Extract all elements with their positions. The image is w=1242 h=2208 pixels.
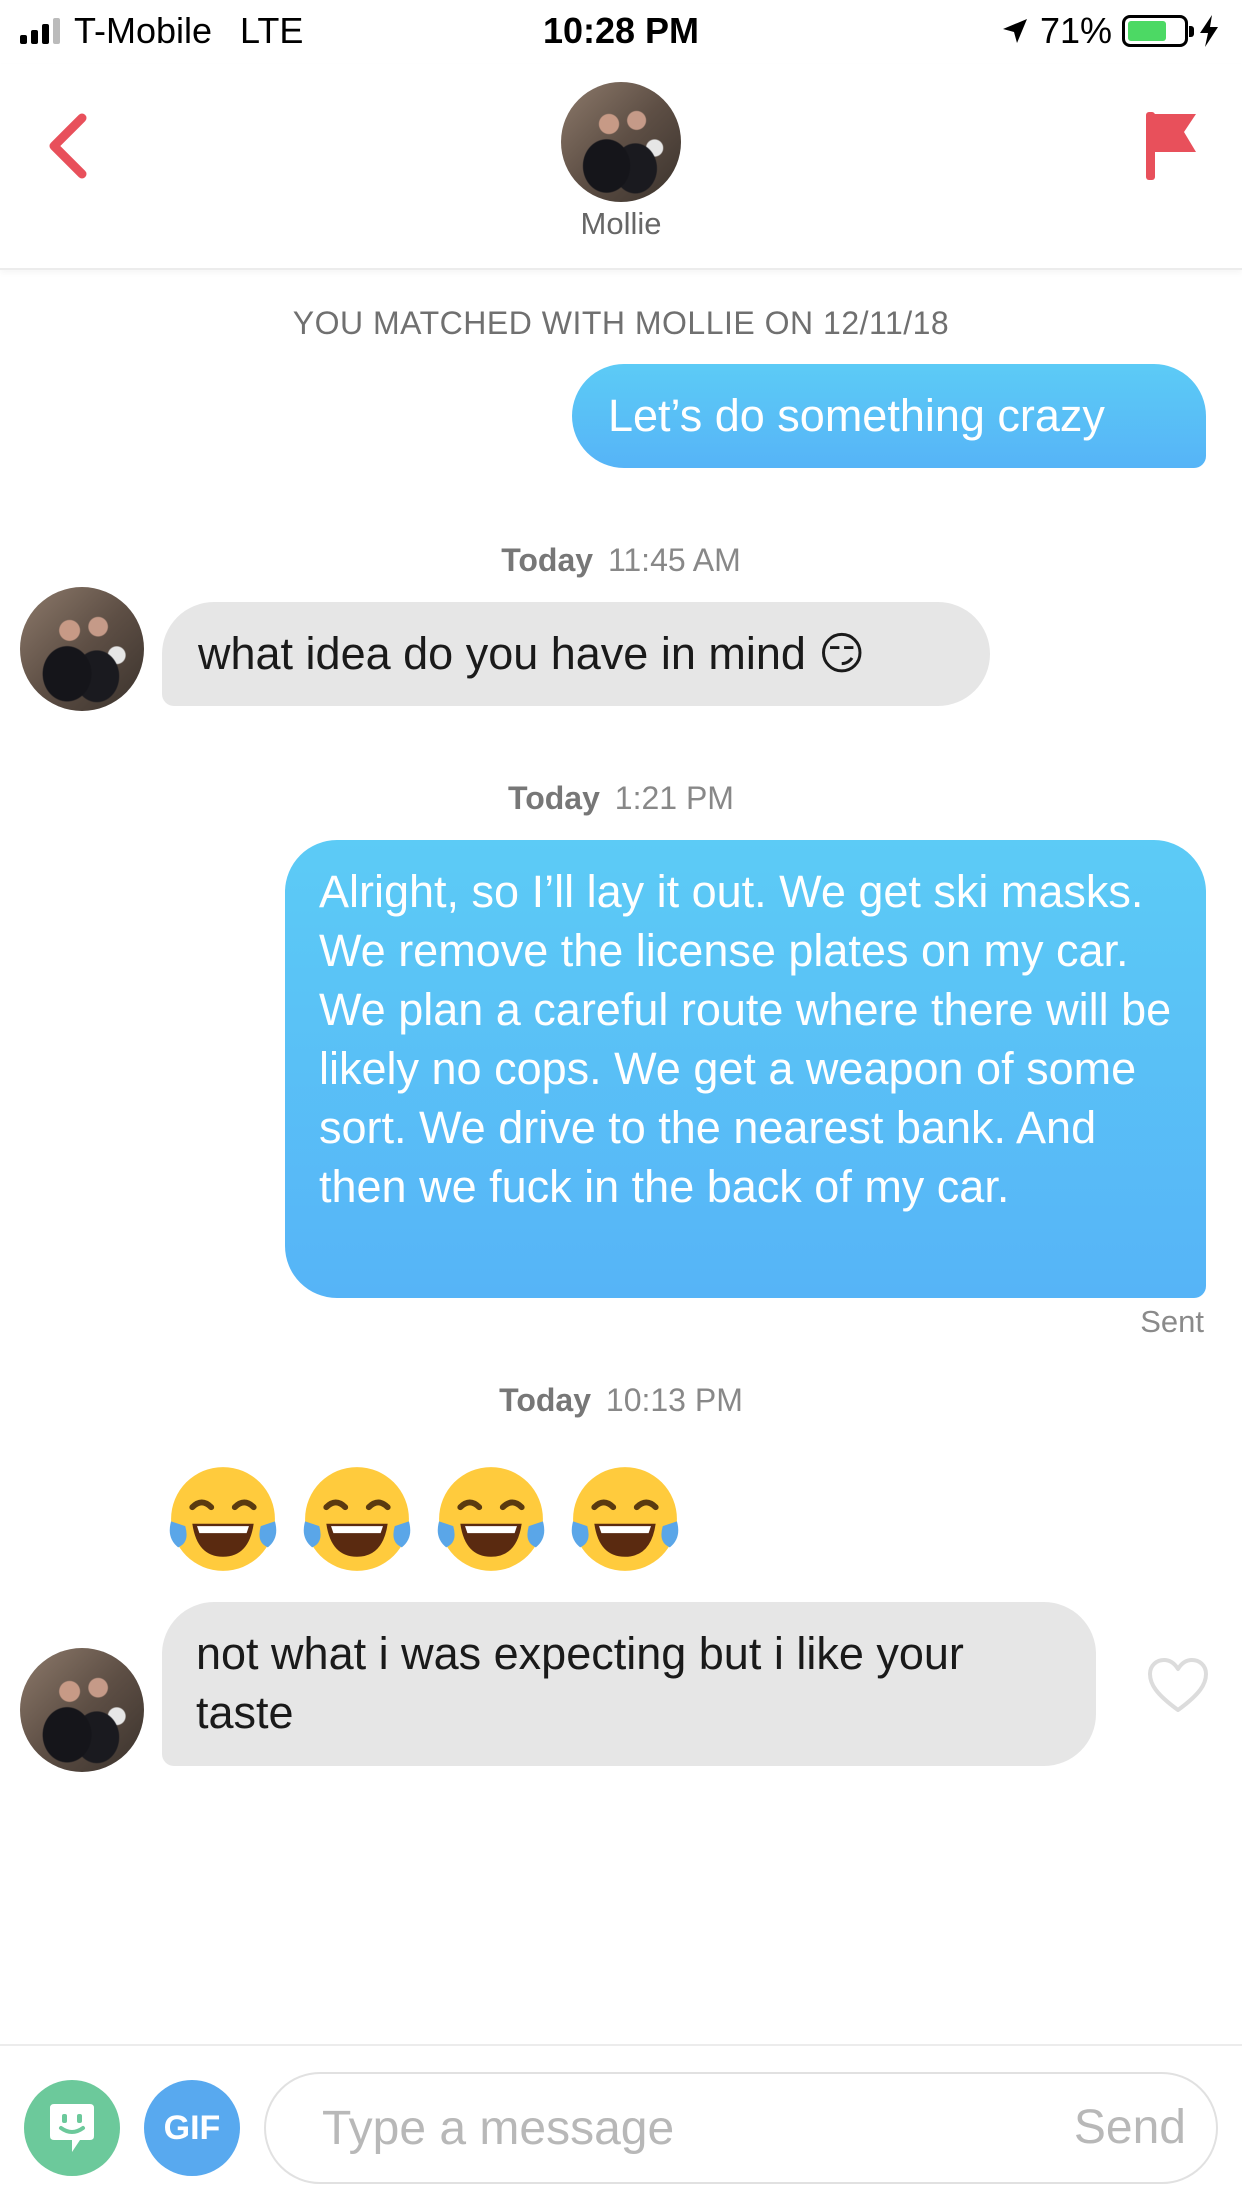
message-received[interactable]: what idea do you have in mind 😏 <box>162 602 990 706</box>
charging-bolt-icon <box>1200 15 1218 47</box>
sender-avatar[interactable] <box>20 1648 144 1772</box>
send-button[interactable]: Send <box>1074 2100 1186 2155</box>
status-bar: T-Mobile LTE 10:28 PM 71% <box>0 0 1242 64</box>
timestamp-time: 11:45 AM <box>607 542 741 578</box>
laughing-tears-emoji-icon <box>169 1467 277 1571</box>
laughing-tears-emoji-icon <box>437 1467 545 1571</box>
message-input-container: Send <box>264 2072 1218 2184</box>
battery-percent: 71% <box>1039 10 1112 51</box>
timestamp: Today 11:45 AM <box>0 542 1242 579</box>
message-sent[interactable]: Alright, so I’ll lay it out. We get ski … <box>285 840 1206 1298</box>
message-composer: GIF Send <box>0 2044 1242 2208</box>
sender-photo <box>20 587 144 711</box>
sticker-button[interactable] <box>24 2080 120 2176</box>
match-photo <box>561 82 681 202</box>
message-text: Let’s do something crazy <box>608 390 1105 441</box>
timestamp-day: Today <box>508 780 600 816</box>
chevron-left-icon <box>49 113 87 179</box>
sender-photo <box>20 1648 144 1772</box>
chat-screen: T-Mobile LTE 10:28 PM 71% Mollie YOU MAT… <box>0 0 1242 2208</box>
match-banner: YOU MATCHED WITH MOLLIE ON 12/11/18 <box>292 305 950 341</box>
timestamp: Today 10:13 PM <box>0 1382 1242 1419</box>
timestamp: Today 1:21 PM <box>0 780 1242 817</box>
flag-icon <box>1146 112 1196 180</box>
timestamp-time: 10:13 PM <box>605 1382 743 1418</box>
sender-avatar[interactable] <box>20 587 144 711</box>
message-received[interactable]: not what i was expecting but i like your… <box>162 1602 1096 1766</box>
laughing-tears-emoji-icon <box>303 1467 411 1571</box>
back-button[interactable] <box>40 106 100 186</box>
gif-button[interactable]: GIF <box>144 2080 240 2176</box>
delivery-status: Sent <box>1140 1304 1204 1339</box>
report-button[interactable] <box>1138 106 1202 186</box>
location-arrow-icon <box>1002 19 1027 43</box>
status-right: 71% <box>1000 10 1220 52</box>
chat-header: Mollie <box>0 64 1242 270</box>
message-text: not what i was expecting but i like your… <box>196 1628 964 1738</box>
heart-icon <box>1148 1658 1208 1712</box>
emoji-message[interactable] <box>164 1460 684 1578</box>
timestamp-time: 1:21 PM <box>614 780 734 816</box>
battery-level <box>1128 21 1167 41</box>
message-text: Alright, so I’ll lay it out. We get ski … <box>319 866 1172 1212</box>
match-name[interactable]: Mollie <box>0 206 1242 242</box>
timestamp-day: Today <box>499 1382 591 1418</box>
message-text: what idea do you have in mind 😏 <box>198 628 866 679</box>
like-message-button[interactable] <box>1146 1656 1210 1714</box>
message-sent[interactable]: Let’s do something crazy <box>572 364 1206 468</box>
timestamp-day: Today <box>501 542 594 578</box>
battery-icon <box>1122 15 1194 47</box>
sticker-face-icon <box>50 2104 94 2152</box>
laughing-tears-emoji-icon <box>571 1467 679 1571</box>
match-avatar[interactable] <box>561 82 681 202</box>
message-input[interactable] <box>322 2074 962 2182</box>
